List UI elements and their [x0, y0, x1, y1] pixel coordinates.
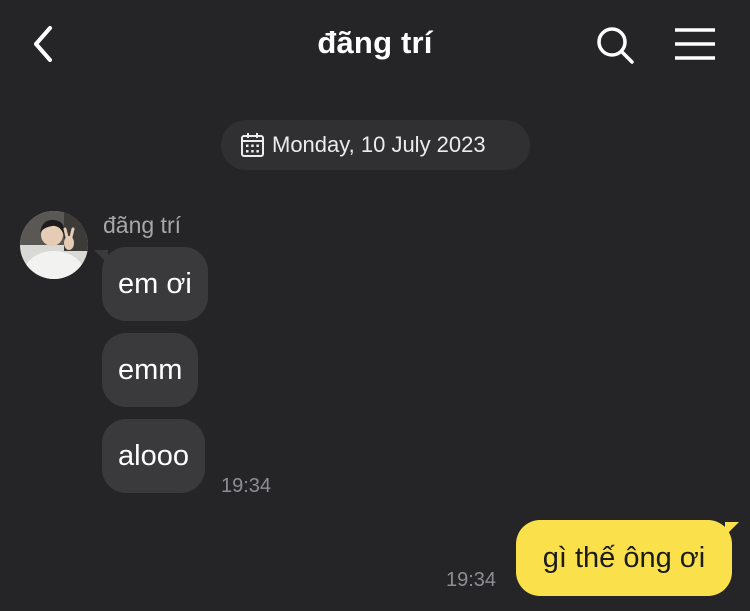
incoming-message-bubble[interactable]: alooo: [102, 419, 205, 493]
incoming-message-bubble[interactable]: em ơi: [102, 247, 208, 321]
incoming-message-bubble[interactable]: emm: [102, 333, 199, 407]
avatar[interactable]: [20, 211, 88, 279]
incoming-timestamp: 19:34: [221, 475, 272, 497]
date-separator: Monday, 10 July 2023: [221, 120, 530, 170]
outgoing-timestamp: 19:34: [446, 569, 497, 591]
menu-button[interactable]: [670, 22, 720, 66]
hamburger-menu-icon: [675, 28, 715, 60]
outgoing-message-bubble[interactable]: gì thế ông ơi: [516, 520, 732, 596]
avatar-image: [20, 211, 88, 279]
calendar-icon: [241, 133, 264, 157]
sender-name: đãng trí: [103, 212, 181, 238]
search-button[interactable]: [592, 22, 638, 68]
date-text: Monday, 10 July 2023: [272, 132, 486, 157]
search-icon: [597, 27, 634, 64]
chat-header: đãng trí: [0, 0, 750, 90]
